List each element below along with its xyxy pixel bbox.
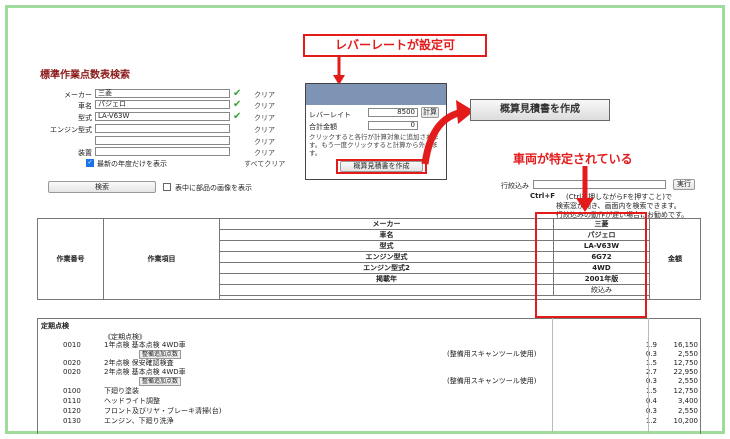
total-label: 合計金額	[309, 123, 337, 131]
lever-rate-label: レバーレイト	[309, 111, 351, 119]
vehicle-label-name: 車名	[219, 229, 554, 241]
column-divider	[552, 318, 553, 434]
row-no: 0100	[63, 387, 81, 395]
row-item: ヘッドライト調整	[104, 397, 160, 405]
vehicle-values-highlight	[535, 212, 647, 318]
row-points: 0.3	[645, 377, 657, 385]
column-divider	[648, 318, 649, 434]
arrow-down-icon	[333, 56, 345, 85]
row-no: 0110	[63, 397, 81, 405]
filter-execute-button[interactable]: 実行	[673, 179, 695, 190]
col-amount: 金額	[649, 218, 701, 300]
table-row[interactable]: 0130 エンジン、下廻り洗浄 1.2 10,200	[37, 416, 701, 426]
engine-model-label: エンジン型式	[50, 126, 92, 134]
latest-year-label: 最新の年度だけを表示	[97, 160, 167, 168]
clear-all-link[interactable]: すべてクリア	[244, 159, 285, 169]
table-row[interactable]: 整備追加点数 (整備用スキャンツール使用) 0.3 2,550	[37, 376, 701, 386]
table-row[interactable]: 0100 下廻り塗装 1.5 12,750	[37, 386, 701, 396]
row-note: (整備用スキャンツール使用)	[447, 377, 537, 385]
row-points: 1.2	[645, 417, 657, 425]
show-parts-images-label: 表中に部品の画像を表示	[175, 184, 252, 192]
page-title: 標準作業点数表検索	[40, 70, 130, 81]
row-amount: 10,200	[673, 417, 699, 425]
engine-model-input[interactable]	[95, 124, 230, 133]
row-amount: 2,550	[677, 407, 698, 415]
col-work-no: 作業番号	[37, 218, 104, 300]
row-no: 0120	[63, 407, 81, 415]
vehicle-label-maker: メーカー	[219, 218, 554, 230]
row-no: 0130	[63, 417, 81, 425]
filter-input[interactable]	[533, 180, 666, 189]
vehicle-label-engine2: エンジン型式2	[219, 262, 554, 274]
extra-clear-link[interactable]: クリア	[254, 137, 275, 147]
shortcut-hint: Ctrl+F	[530, 192, 555, 200]
maker-input[interactable]: 三菱	[95, 89, 230, 98]
row-amount: 3,400	[677, 397, 698, 405]
search-button[interactable]: 検索	[48, 181, 156, 193]
estimate-button-zoom: 概算見積書を作成	[470, 99, 610, 121]
car-name-check-icon: ✔	[233, 99, 242, 110]
row-points: 0.3	[645, 407, 657, 415]
engine-model-clear-link[interactable]: クリア	[254, 125, 275, 135]
create-estimate-button[interactable]: 概算見積書を作成	[340, 161, 423, 172]
row-item: 下廻り塗装	[104, 387, 139, 395]
table-row[interactable]: 0110 ヘッドライト調整 0.4 3,400	[37, 396, 701, 406]
model-check-icon: ✔	[233, 111, 242, 122]
row-add-points-button[interactable]: 整備追加点数	[139, 377, 182, 386]
show-parts-images-checkbox[interactable]	[163, 183, 171, 191]
total-input[interactable]: 0	[368, 121, 418, 130]
table-row[interactable]: 0120 フロント及びリヤ・ブレーキ清掃(台) 0.3 2,550	[37, 406, 701, 416]
row-item: フロント及びリヤ・ブレーキ清掃(台)	[104, 407, 222, 415]
maker-label: メーカー	[64, 91, 92, 99]
row-amount: 2,550	[677, 377, 698, 385]
maker-check-icon: ✔	[233, 88, 242, 99]
arrow-down-big-icon	[576, 166, 594, 212]
row-points: 1.5	[645, 387, 657, 395]
device-label: 装置	[78, 149, 92, 157]
row-amount: 12,750	[673, 387, 699, 395]
car-name-input[interactable]: パジェロ	[95, 100, 230, 109]
curved-arrow-icon	[421, 100, 474, 165]
section-label: 定期点検	[41, 322, 69, 330]
lever-rate-callout: レバーレートが設定可	[303, 34, 487, 57]
latest-year-checkbox[interactable]: ✓	[86, 159, 94, 167]
car-name-label: 車名	[78, 102, 92, 110]
lever-rate-input[interactable]: 8500	[368, 108, 418, 117]
device-clear-link[interactable]: クリア	[254, 148, 275, 158]
model-label: 型式	[78, 114, 92, 122]
row-item: エンジン、下廻り洗浄	[104, 417, 174, 425]
car-name-clear-link[interactable]: クリア	[254, 101, 275, 111]
model-clear-link[interactable]: クリア	[254, 113, 275, 123]
vehicle-label-engine: エンジン型式	[219, 251, 554, 263]
vehicle-identified-callout: 車両が特定されている	[513, 152, 633, 166]
extra-input[interactable]	[95, 136, 230, 145]
filter-label: 行絞込み	[501, 182, 529, 190]
device-input[interactable]	[95, 147, 230, 156]
row-points: 0.4	[645, 397, 657, 405]
maker-clear-link[interactable]: クリア	[254, 90, 275, 100]
vehicle-label-year: 掲載年	[219, 273, 554, 285]
model-input[interactable]: LA-V63W	[95, 112, 230, 121]
col-work-item: 作業項目	[103, 218, 220, 300]
vehicle-label-model: 型式	[219, 240, 554, 252]
vehicle-blank-cell	[219, 284, 554, 296]
